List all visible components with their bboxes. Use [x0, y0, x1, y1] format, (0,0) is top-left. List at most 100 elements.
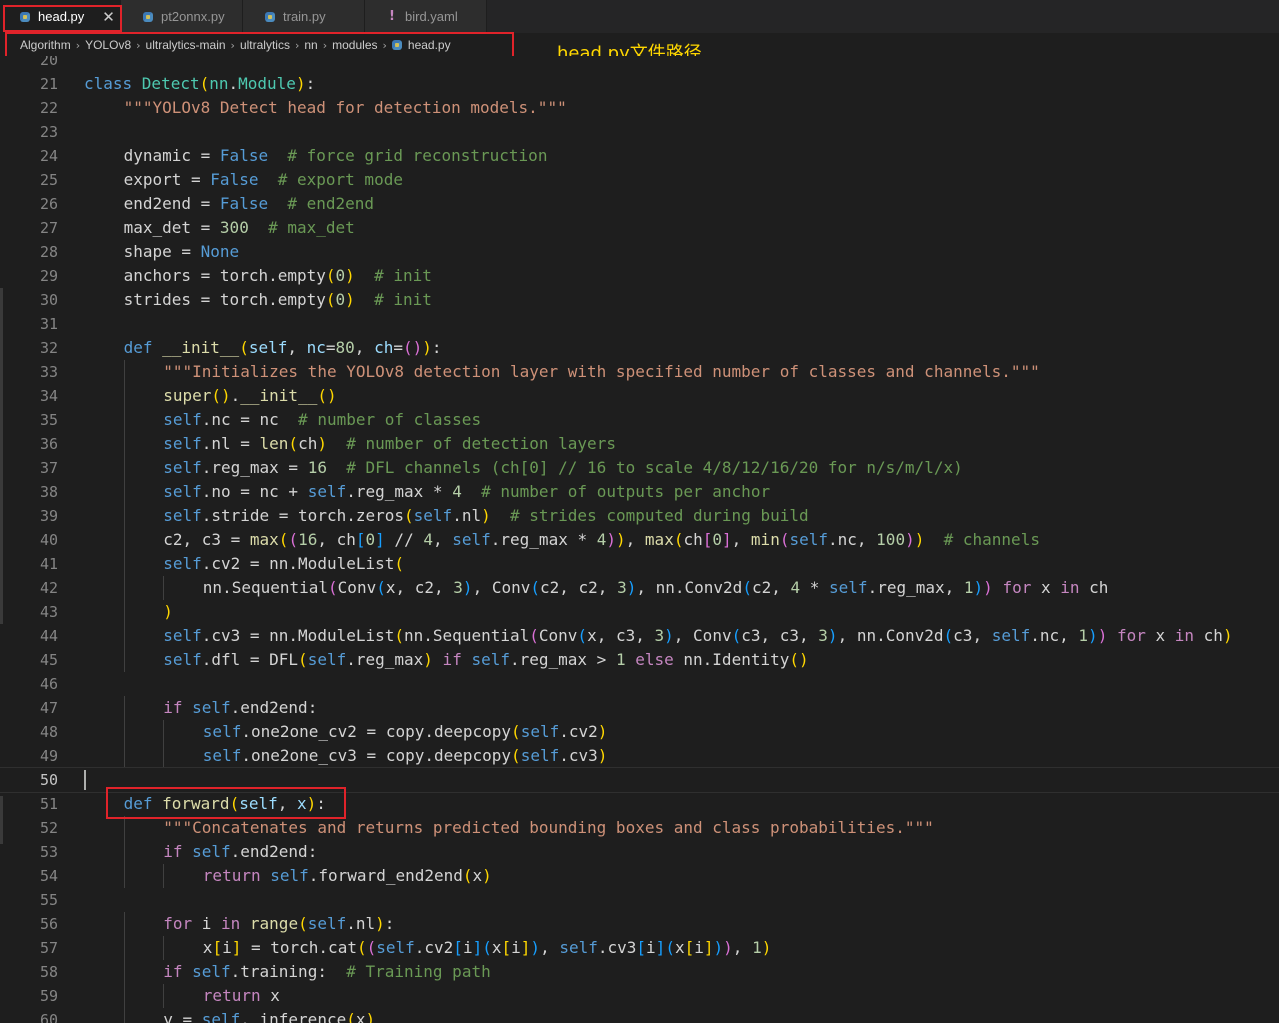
code-token: .cv3	[559, 746, 598, 765]
code-line[interactable]: 32 def __init__(self, nc=80, ch=()):	[0, 336, 1279, 360]
close-icon[interactable]: ✕	[102, 8, 115, 26]
code-line[interactable]: 43)	[0, 600, 1279, 624]
indent-guide	[123, 720, 125, 744]
code-line[interactable]: 42 nn.Sequential(Conv(x, c2, 3), Conv(c2,…	[0, 576, 1279, 600]
code-line[interactable]: 28 shape = None	[0, 240, 1279, 264]
code-line[interactable]: 45 self.dfl = DFL(self.reg_max) if self.r…	[0, 648, 1279, 672]
code-line[interactable]: 21 class Detect(nn.Module):	[0, 72, 1279, 96]
code-line[interactable]: 53 if self.end2end:	[0, 840, 1279, 864]
code-line[interactable]: 52 """Concatenates and returns predicted …	[0, 816, 1279, 840]
line-number: 48	[39, 723, 58, 741]
code-token: ,	[731, 530, 751, 549]
code-token: (	[325, 266, 336, 285]
code-token: False	[219, 194, 269, 213]
code-token: x	[491, 938, 502, 957]
code-line[interactable]: 59 return x	[0, 984, 1279, 1008]
tab-head-py[interactable]: head.py ✕	[0, 0, 121, 33]
code-token: i	[646, 938, 656, 957]
code-line[interactable]: 39 self.stride = torch.zeros(self.nl) # s…	[0, 504, 1279, 528]
code-line[interactable]: 50	[0, 767, 1279, 793]
code-line[interactable]: 41 self.cv2 = nn.ModuleList(	[0, 552, 1279, 576]
code-text: x[i] = torch.cat((self.cv2[i](x[i]), sel…	[203, 936, 772, 960]
code-line[interactable]: 47 if self.end2end:	[0, 696, 1279, 720]
code-line[interactable]: 34 super().__init__()	[0, 384, 1279, 408]
code-line[interactable]: 29 anchors = torch.empty(0) # init	[0, 264, 1279, 288]
code-token: x	[1145, 626, 1175, 645]
code-line[interactable]: 40 c2, c3 = max((16, ch[0] // 4, self.reg…	[0, 528, 1279, 552]
code-line[interactable]: 55	[0, 888, 1279, 912]
code-line[interactable]: 46	[0, 672, 1279, 696]
code-text: export = False # export mode	[124, 168, 403, 192]
chevron-right-icon: ›	[75, 38, 81, 52]
tab-pt2onnx-py[interactable]: pt2onnx.py	[121, 0, 243, 33]
breadcrumb-item[interactable]: nn	[304, 38, 317, 52]
code-line[interactable]: 38 self.no = nc + self.reg_max * 4 # numb…	[0, 480, 1279, 504]
code-editor[interactable]: 20 21 class Detect(nn.Module): 22 """YOLOv8 …	[0, 56, 1279, 1023]
code-line[interactable]: 37 self.reg_max = 16 # DFL channels (ch[0…	[0, 456, 1279, 480]
code-token: (	[511, 746, 521, 765]
code-line[interactable]: 23	[0, 120, 1279, 144]
line-number: 45	[39, 651, 58, 669]
breadcrumb-item[interactable]: Algorithm	[20, 38, 71, 52]
code-line[interactable]: 22 """YOLOv8 Detect head for detection mo…	[0, 96, 1279, 120]
code-token: )	[827, 626, 838, 645]
code-line[interactable]: 60 y = self._inference(x)	[0, 1008, 1279, 1023]
code-line[interactable]: 58 if self.training: # Training path	[0, 960, 1279, 984]
breadcrumb-item-file[interactable]: head.py	[408, 38, 451, 52]
code-token: )	[317, 434, 327, 453]
code-text: self.nc = nc # number of classes	[163, 408, 481, 432]
code-text: for i in range(self.nl):	[163, 912, 394, 936]
code-token: )	[365, 1010, 376, 1023]
code-token: .reg_max >	[509, 650, 616, 669]
code-token: x	[472, 866, 483, 885]
code-token: self	[163, 554, 202, 573]
code-line[interactable]: 48 self.one2one_cv2 = copy.deepcopy(self.…	[0, 720, 1279, 744]
code-line[interactable]: 49 self.one2one_cv3 = copy.deepcopy(self.…	[0, 744, 1279, 768]
code-token: self	[413, 506, 453, 525]
code-line[interactable]: 54 return self.forward_end2end(x)	[0, 864, 1279, 888]
code-token: 0	[365, 530, 376, 549]
breadcrumb-item[interactable]: modules	[332, 38, 377, 52]
line-number: 21	[39, 75, 58, 93]
code-token: //	[384, 530, 424, 549]
breadcrumb-item[interactable]: ultralytics-main	[146, 38, 226, 52]
code-token: )	[905, 530, 915, 549]
code-token: (	[346, 1010, 356, 1023]
code-line[interactable]: 57 x[i] = torch.cat((self.cv2[i](x[i]), s…	[0, 936, 1279, 960]
code-token: ]	[520, 938, 531, 957]
code-line[interactable]: 44 self.cv3 = nn.ModuleList(nn.Sequential…	[0, 624, 1279, 648]
breadcrumb-item[interactable]: ultralytics	[240, 38, 290, 52]
code-line[interactable]: 56 for i in range(self.nl):	[0, 912, 1279, 936]
code-token: .cv2	[414, 938, 454, 957]
breadcrumb-item[interactable]: YOLOv8	[85, 38, 131, 52]
line-number: 36	[39, 435, 58, 453]
code-line[interactable]: 26 end2end = False # end2end	[0, 192, 1279, 216]
code-line[interactable]: 30 strides = torch.empty(0) # init	[0, 288, 1279, 312]
code-line[interactable]: 27 max_det = 300 # max_det	[0, 216, 1279, 240]
code-token: super	[163, 386, 212, 405]
line-number: 57	[39, 939, 58, 957]
indent-guide	[163, 744, 165, 768]
code-line[interactable]: 20	[0, 56, 1279, 72]
code-text: if self.end2end:	[163, 696, 317, 720]
code-token: [	[684, 938, 695, 957]
code-token: , Conv	[472, 578, 531, 597]
code-line[interactable]: 33 """Initializes the YOLOv8 detection la…	[0, 360, 1279, 384]
code-text: """YOLOv8 Detect head for detection mode…	[124, 96, 567, 120]
code-line[interactable]: 35 self.nc = nc # number of classes	[0, 408, 1279, 432]
code-line[interactable]: 51 def forward(self, x):	[0, 792, 1279, 816]
code-token: i	[511, 938, 521, 957]
line-number: 23	[39, 123, 58, 141]
code-token: i	[222, 938, 232, 957]
code-token: i	[462, 938, 473, 957]
code-line[interactable]: 36 self.nl = len(ch) # number of detectio…	[0, 432, 1279, 456]
tab-train-py[interactable]: train.py	[243, 0, 365, 33]
code-line[interactable]: 25 export = False # export mode	[0, 168, 1279, 192]
code-token: 16	[307, 458, 327, 477]
code-line[interactable]: 24 dynamic = False # force grid reconstru…	[0, 144, 1279, 168]
code-text: self.nl = len(ch) # number of detection …	[163, 432, 616, 456]
code-line[interactable]: 31	[0, 312, 1279, 336]
code-token: False	[210, 170, 259, 189]
code-token: :	[316, 794, 326, 813]
tab-bird-yaml[interactable]: ! bird.yaml	[365, 0, 487, 33]
